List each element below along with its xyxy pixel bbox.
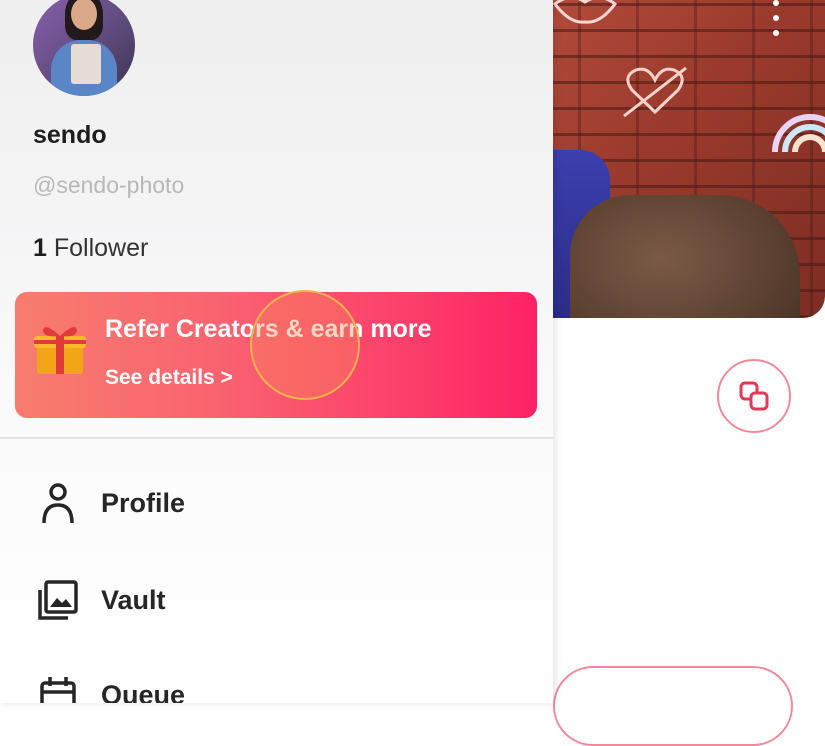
copy-icon	[739, 381, 769, 411]
see-details-link[interactable]: See details >	[105, 366, 233, 390]
follower-count[interactable]: 1 Follower	[33, 234, 148, 263]
neon-heart-sign	[623, 66, 687, 118]
menu-item-label: Vault	[101, 584, 166, 615]
menu-item-label: Profile	[101, 487, 186, 518]
neon-rainbow-sign	[772, 114, 825, 153]
profile-handle: @sendo-photo	[33, 172, 185, 198]
person-icon	[33, 478, 83, 528]
menu-item-vault[interactable]: Vault	[33, 575, 513, 625]
menu-item-profile[interactable]: Profile	[33, 478, 513, 528]
bottom-pill-button[interactable]	[553, 666, 793, 746]
divider	[0, 437, 553, 439]
menu-item-label: Queue	[101, 679, 186, 704]
more-options-icon[interactable]	[766, 0, 786, 36]
avatar[interactable]	[33, 0, 135, 96]
follower-number: 1	[33, 234, 47, 262]
neon-lips-sign	[552, 0, 618, 24]
tap-indicator	[250, 290, 360, 400]
cover-photo	[520, 0, 825, 318]
gift-icon	[34, 327, 86, 374]
side-drawer: sendo @sendo-photo 1 Follower Refer Crea…	[0, 0, 553, 703]
follower-label: Follower	[53, 234, 149, 262]
copy-button[interactable]	[717, 359, 791, 433]
gallery-icon	[33, 575, 83, 625]
calendar-icon	[33, 670, 83, 703]
profile-name: sendo	[33, 121, 107, 149]
menu-item-queue[interactable]: Queue	[33, 670, 513, 703]
